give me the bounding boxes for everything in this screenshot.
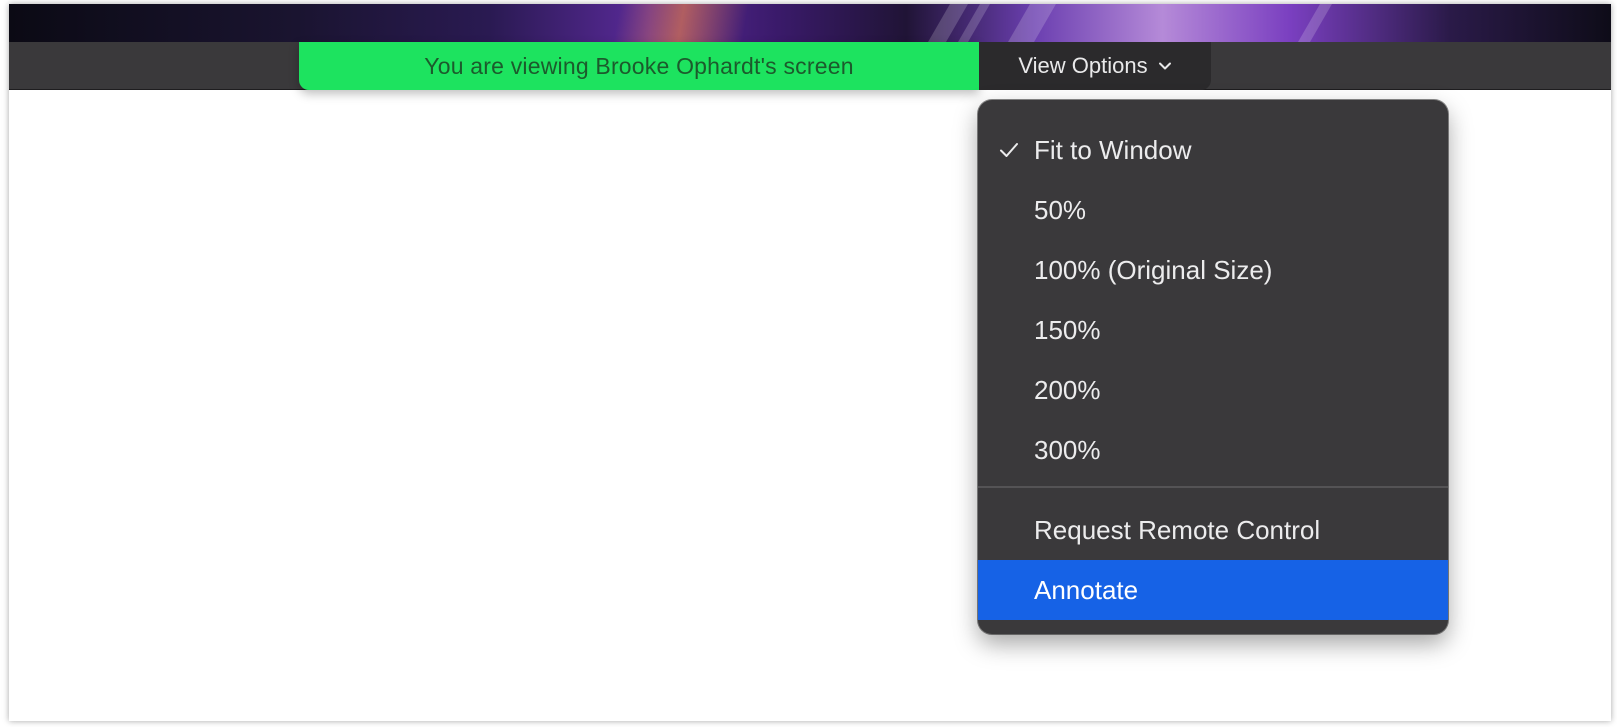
chevron-down-icon xyxy=(1158,62,1171,70)
menu-item-zoom-100[interactable]: 100% (Original Size) xyxy=(978,240,1448,300)
menu-item-zoom-50[interactable]: 50% xyxy=(978,180,1448,240)
menu-item-label: Annotate xyxy=(1034,574,1139,605)
menu-item-label: Request Remote Control xyxy=(1034,514,1321,545)
view-options-button[interactable]: View Options xyxy=(979,42,1211,90)
checkmark-icon xyxy=(1000,143,1018,157)
menu-item-label: 50% xyxy=(1034,194,1087,225)
viewing-banner-text: You are viewing Brooke Ophardt's screen xyxy=(424,52,854,79)
menu-item-request-remote-control[interactable]: Request Remote Control xyxy=(978,500,1448,560)
menu-item-zoom-200[interactable]: 200% xyxy=(978,360,1448,420)
wallpaper-streak xyxy=(1008,4,1056,42)
menu-item-label: 300% xyxy=(1034,434,1101,465)
menu-item-label: 200% xyxy=(1034,374,1101,405)
viewing-banner: You are viewing Brooke Ophardt's screen xyxy=(299,42,979,90)
menu-item-zoom-300[interactable]: 300% xyxy=(978,420,1448,480)
view-options-label: View Options xyxy=(1018,53,1148,78)
wallpaper-streak xyxy=(1298,4,1332,42)
menu-item-zoom-150[interactable]: 150% xyxy=(978,300,1448,360)
menu-item-label: 150% xyxy=(1034,314,1101,345)
screen-share-window: You are viewing Brooke Ophardt's screen … xyxy=(9,4,1611,721)
menu-item-fit-to-window[interactable]: Fit to Window xyxy=(978,120,1448,180)
menu-item-label: Fit to Window xyxy=(1034,134,1192,165)
view-options-menu: Fit to Window 50% 100% (Original Size) 1… xyxy=(978,100,1448,634)
menu-item-annotate[interactable]: Annotate xyxy=(978,560,1448,620)
desktop-wallpaper xyxy=(9,4,1611,42)
menu-separator xyxy=(978,486,1448,488)
menu-item-label: 100% (Original Size) xyxy=(1034,254,1273,285)
